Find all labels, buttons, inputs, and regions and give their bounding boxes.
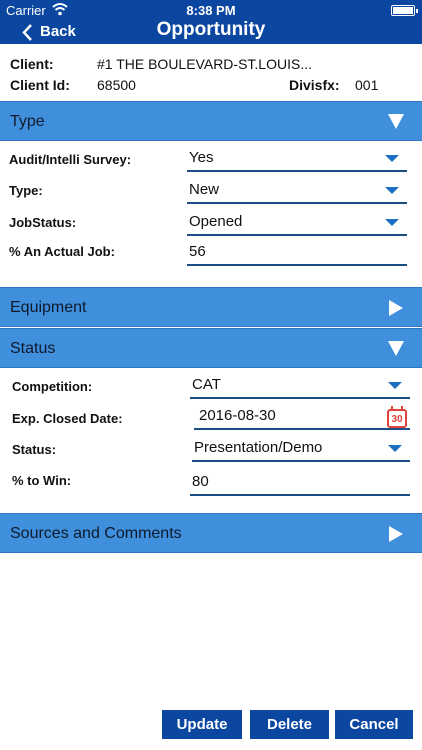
dropdown-caret-icon xyxy=(388,445,402,452)
dropdown-caret-icon xyxy=(385,219,399,226)
audit-survey-select[interactable]: Yes xyxy=(187,146,407,172)
collapse-triangle-icon xyxy=(388,114,404,129)
clock: 8:38 PM xyxy=(186,3,236,18)
type-value: New xyxy=(189,181,220,198)
client-id-value: 68500 xyxy=(97,77,136,93)
to-win-label: % to Win: xyxy=(12,473,72,488)
delete-button[interactable]: Delete xyxy=(250,710,329,739)
cancel-button[interactable]: Cancel xyxy=(335,710,413,739)
collapse-triangle-icon xyxy=(388,341,404,356)
section-status-header[interactable]: Status xyxy=(0,328,422,368)
closed-date-label: Exp. Closed Date: xyxy=(12,411,123,426)
section-sources-title: Sources and Comments xyxy=(10,525,182,542)
closed-date-value: 2016-08-30 xyxy=(199,407,276,424)
actual-job-input[interactable]: 56 xyxy=(187,240,407,266)
to-win-value: 80 xyxy=(192,473,209,490)
section-equipment-title: Equipment xyxy=(10,299,87,316)
jobstatus-label: JobStatus: xyxy=(9,215,77,230)
type-select[interactable]: New xyxy=(187,178,407,204)
expand-triangle-icon xyxy=(389,526,403,542)
competition-select[interactable]: CAT xyxy=(190,373,410,399)
actual-job-label: % An Actual Job: xyxy=(9,244,115,259)
dropdown-caret-icon xyxy=(385,155,399,162)
competition-label: Competition: xyxy=(12,379,93,394)
update-button[interactable]: Update xyxy=(162,710,242,739)
client-id-label: Client Id: xyxy=(10,77,70,93)
audit-survey-label: Audit/Intelli Survey: xyxy=(9,152,132,167)
client-value: #1 THE BOULEVARD-ST.LOUIS... xyxy=(97,56,312,72)
navigation-bar: Carrier 8:38 PM Back Opportunity xyxy=(0,0,422,44)
calendar-icon[interactable]: 30 xyxy=(387,406,407,428)
type-label: Type: xyxy=(9,183,43,198)
status-bar: Carrier 8:38 PM xyxy=(0,0,422,20)
dropdown-caret-icon xyxy=(385,187,399,194)
page-title: Opportunity xyxy=(156,19,266,40)
jobstatus-select[interactable]: Opened xyxy=(187,210,407,236)
client-label: Client: xyxy=(10,56,54,72)
section-sources-header[interactable]: Sources and Comments xyxy=(0,513,422,553)
status-value: Presentation/Demo xyxy=(194,439,323,456)
closed-date-picker[interactable]: 2016-08-30 30 xyxy=(194,404,410,430)
divisfx-label: Divisfx: xyxy=(289,77,340,93)
actual-job-value: 56 xyxy=(189,243,206,260)
competition-value: CAT xyxy=(192,376,221,393)
section-type-header[interactable]: Type xyxy=(0,101,422,141)
divisfx-value: 001 xyxy=(355,77,379,93)
section-equipment-header[interactable]: Equipment xyxy=(0,287,422,327)
dropdown-caret-icon xyxy=(388,382,402,389)
status-label: Status: xyxy=(12,442,57,457)
jobstatus-value: Opened xyxy=(189,213,243,230)
status-select[interactable]: Presentation/Demo xyxy=(192,436,410,462)
section-type-title: Type xyxy=(10,113,45,130)
expand-triangle-icon xyxy=(389,300,403,316)
to-win-input[interactable]: 80 xyxy=(190,470,410,496)
section-status-title: Status xyxy=(10,340,56,357)
audit-survey-value: Yes xyxy=(189,149,214,166)
battery-icon xyxy=(391,5,418,16)
